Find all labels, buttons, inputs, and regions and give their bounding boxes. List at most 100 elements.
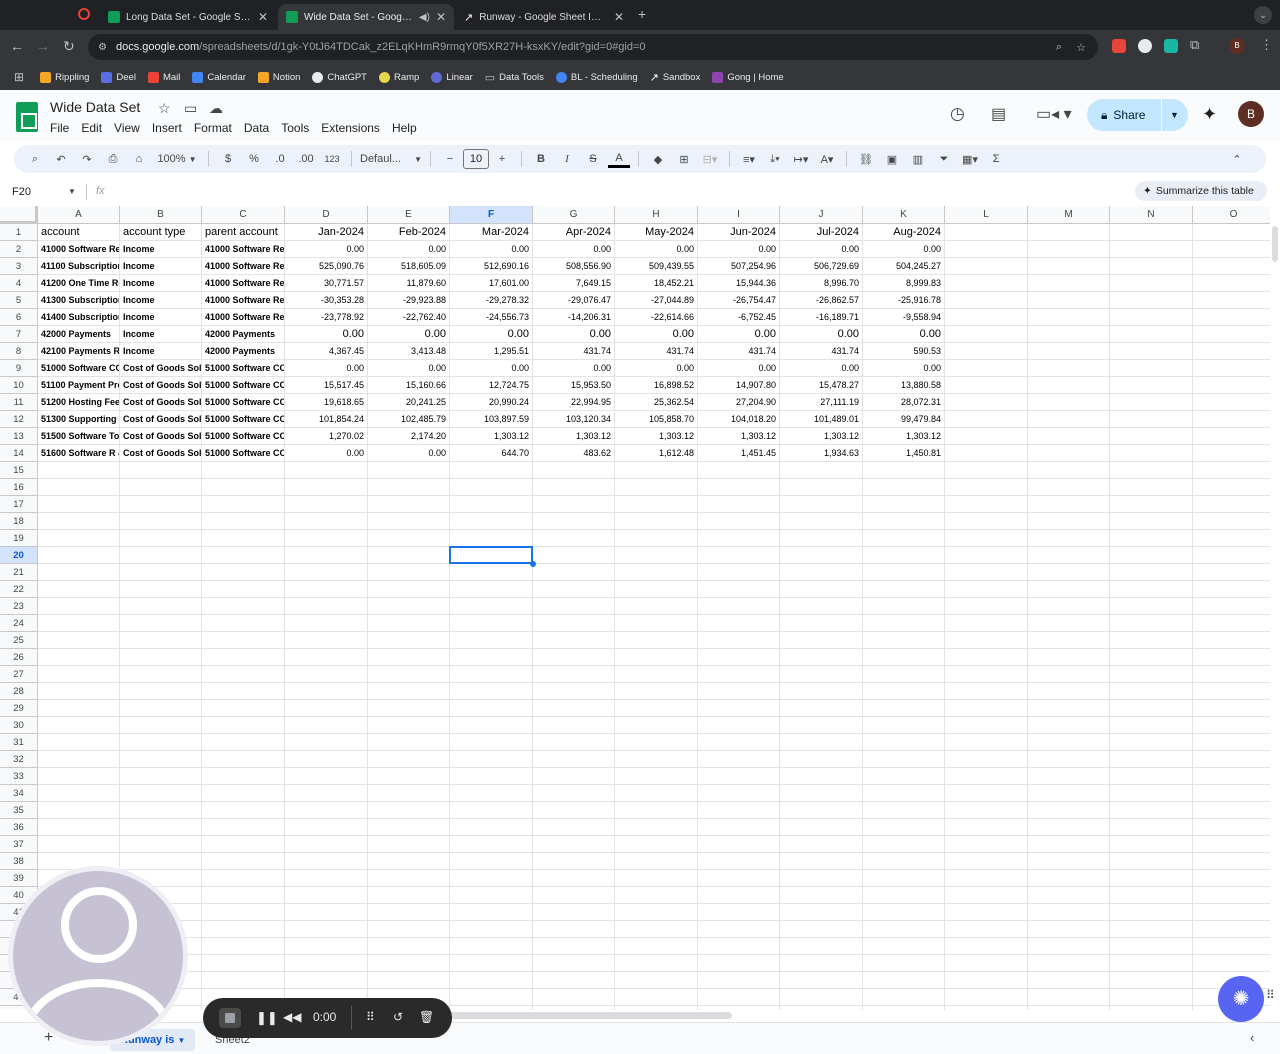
cell[interactable] — [780, 904, 863, 921]
restart-icon[interactable]: ↺ — [393, 1010, 403, 1024]
data-cell[interactable]: 18,452.21 — [615, 275, 698, 292]
cell[interactable] — [615, 836, 698, 853]
cell[interactable] — [698, 938, 780, 955]
data-cell[interactable]: 0.00 — [615, 241, 698, 258]
cell[interactable] — [945, 343, 1028, 360]
cell[interactable] — [1193, 734, 1270, 751]
cell[interactable] — [1193, 598, 1270, 615]
cell[interactable] — [533, 870, 615, 887]
cell[interactable] — [38, 513, 120, 530]
cell[interactable] — [368, 632, 450, 649]
cell[interactable] — [368, 887, 450, 904]
data-cell[interactable]: 525,090.76 — [285, 258, 368, 275]
data-cell[interactable]: -22,762.40 — [368, 309, 450, 326]
data-cell[interactable]: 51100 Payment Pro — [38, 377, 120, 394]
cell[interactable] — [38, 649, 120, 666]
bookmark-item[interactable]: Deel — [101, 71, 136, 83]
data-cell[interactable]: 0.00 — [368, 241, 450, 258]
data-cell[interactable]: 483.62 — [533, 445, 615, 462]
cell[interactable] — [698, 683, 780, 700]
cell[interactable] — [202, 802, 285, 819]
cell[interactable] — [1193, 700, 1270, 717]
cell[interactable] — [285, 887, 368, 904]
cell[interactable] — [533, 666, 615, 683]
data-cell[interactable]: Cost of Goods Sold — [120, 377, 202, 394]
cell[interactable] — [285, 853, 368, 870]
cell[interactable] — [945, 241, 1028, 258]
cell[interactable] — [1193, 394, 1270, 411]
collapse-sidebar-icon[interactable]: ‹ — [1250, 1030, 1254, 1045]
menu-tools[interactable]: Tools — [281, 121, 309, 135]
cell[interactable] — [1028, 292, 1110, 309]
browser-tab-long-data-set[interactable]: Long Data Set - Google Shee ✕ — [100, 4, 276, 30]
menu-data[interactable]: Data — [244, 121, 269, 135]
cell[interactable] — [285, 564, 368, 581]
cell[interactable] — [1193, 462, 1270, 479]
cell[interactable] — [368, 734, 450, 751]
data-cell[interactable]: Cost of Goods Sold — [120, 445, 202, 462]
cell[interactable] — [1028, 309, 1110, 326]
cell[interactable] — [1110, 377, 1193, 394]
cell[interactable] — [945, 989, 1028, 1006]
cell[interactable] — [780, 802, 863, 819]
cell[interactable] — [450, 802, 533, 819]
browser-menu-icon[interactable]: ⋮ — [1260, 37, 1273, 53]
cell[interactable] — [38, 598, 120, 615]
cell[interactable] — [780, 734, 863, 751]
font-size-input[interactable]: 10 — [463, 149, 489, 169]
cell[interactable] — [698, 734, 780, 751]
cell[interactable] — [863, 700, 945, 717]
cell[interactable] — [698, 768, 780, 785]
data-cell[interactable]: 41000 Software Rev — [202, 309, 285, 326]
row-header[interactable]: 9 — [0, 360, 38, 377]
cell[interactable] — [368, 870, 450, 887]
cell[interactable] — [1028, 343, 1110, 360]
cell[interactable] — [698, 870, 780, 887]
cell[interactable] — [38, 530, 120, 547]
increase-font-size-icon[interactable]: + — [491, 148, 513, 170]
scroll-thumb[interactable] — [1272, 226, 1278, 262]
data-cell[interactable]: 0.00 — [533, 326, 615, 343]
column-header-h[interactable]: H — [615, 206, 698, 224]
data-cell[interactable]: 51000 Software CO — [38, 360, 120, 377]
cell[interactable] — [450, 921, 533, 938]
data-cell[interactable]: 1,303.12 — [450, 428, 533, 445]
cell[interactable] — [615, 870, 698, 887]
data-cell[interactable]: 0.00 — [863, 326, 945, 343]
cell[interactable] — [1110, 632, 1193, 649]
cell[interactable] — [863, 717, 945, 734]
cell[interactable] — [202, 632, 285, 649]
cell[interactable] — [202, 734, 285, 751]
column-title-cell[interactable]: Jul-2024 — [780, 224, 863, 241]
cell[interactable] — [285, 632, 368, 649]
cell[interactable] — [698, 802, 780, 819]
cell[interactable] — [1193, 955, 1270, 972]
cell[interactable] — [863, 955, 945, 972]
cell[interactable] — [863, 615, 945, 632]
filter-icon[interactable]: ⏷ — [933, 148, 955, 170]
data-cell[interactable]: 16,898.52 — [615, 377, 698, 394]
cell[interactable] — [1193, 564, 1270, 581]
cell[interactable] — [38, 564, 120, 581]
cell[interactable] — [1028, 904, 1110, 921]
cell[interactable] — [533, 1006, 615, 1010]
cell[interactable] — [780, 513, 863, 530]
data-cell[interactable]: 13,880.58 — [863, 377, 945, 394]
cell[interactable] — [863, 564, 945, 581]
cell[interactable] — [1193, 224, 1270, 241]
row-header[interactable]: 29 — [0, 700, 38, 717]
data-cell[interactable]: 0.00 — [368, 445, 450, 462]
column-header-l[interactable]: L — [945, 206, 1028, 224]
vertical-align-icon[interactable]: ⤓▾ — [764, 148, 786, 170]
cell[interactable] — [450, 700, 533, 717]
cell[interactable] — [285, 513, 368, 530]
cell[interactable] — [615, 666, 698, 683]
data-cell[interactable]: 41000 Software Rev — [202, 241, 285, 258]
cell[interactable] — [945, 955, 1028, 972]
cell[interactable] — [533, 581, 615, 598]
column-title-cell[interactable]: Jan-2024 — [285, 224, 368, 241]
cell[interactable] — [1028, 411, 1110, 428]
cell[interactable] — [533, 751, 615, 768]
data-cell[interactable]: 42000 Payments — [202, 343, 285, 360]
data-cell[interactable]: 51600 Software R & — [38, 445, 120, 462]
